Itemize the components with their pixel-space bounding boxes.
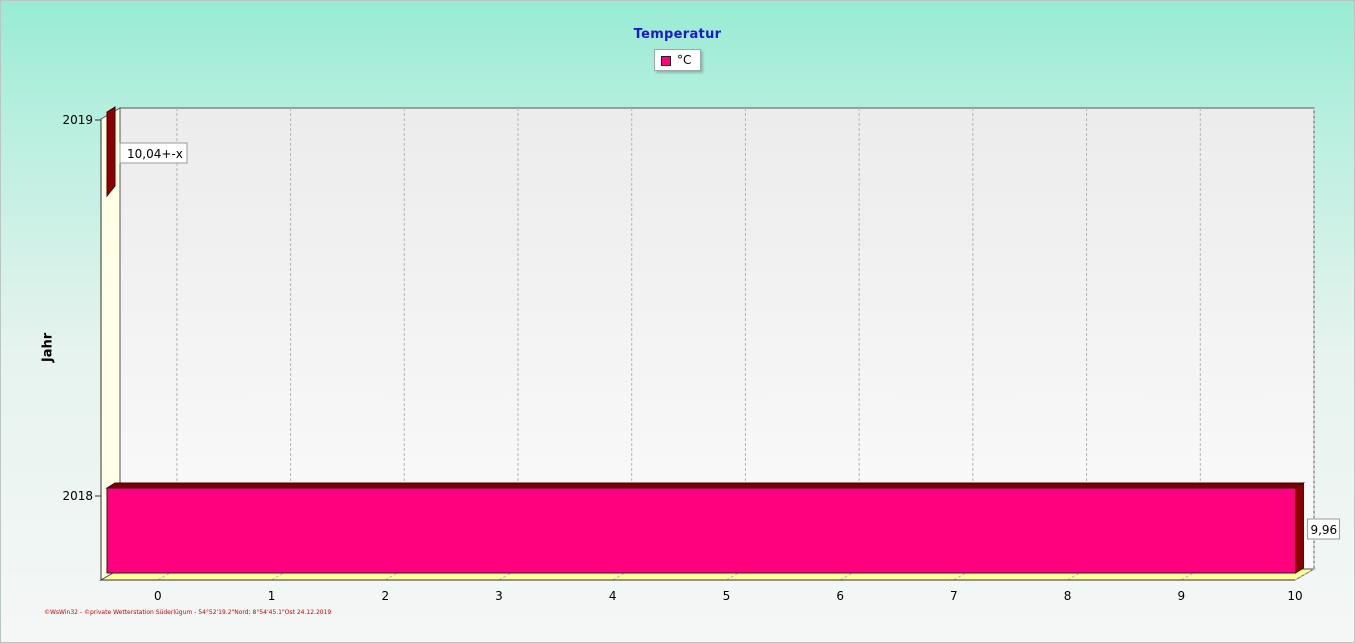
x-tick-label: 1 — [268, 589, 276, 603]
x-tick-label: 10 — [1287, 589, 1302, 603]
bar-side-2018 — [1294, 482, 1304, 574]
footer-credit: ©WsWin32 - ©private Wetterstation Süderl… — [44, 609, 332, 616]
bar-2019 — [106, 106, 116, 198]
x-tick-label: 3 — [495, 589, 503, 603]
chart-plot: 0 1 2 3 4 5 6 7 8 9 10 2018 2019 9,96 10,04+-x — [62, 106, 1340, 603]
x-tick-label: 2 — [381, 589, 389, 603]
x-tick-label: 7 — [950, 589, 958, 603]
data-label-2019: 10,04+-x — [127, 147, 183, 161]
x-tick-label: 0 — [154, 589, 162, 603]
x-tick-label: 4 — [609, 589, 617, 603]
x-tick-label: 9 — [1177, 589, 1185, 603]
x-tick-label: 5 — [723, 589, 731, 603]
bar-2018 — [106, 487, 1296, 574]
x-tick-label: 8 — [1064, 589, 1072, 603]
data-label-2018: 9,96 — [1310, 523, 1337, 537]
y-tick-label: 2018 — [62, 489, 93, 503]
y-tick-label: 2019 — [62, 113, 93, 127]
x-tick-label: 6 — [836, 589, 844, 603]
bar-top-2018 — [105, 482, 1306, 489]
